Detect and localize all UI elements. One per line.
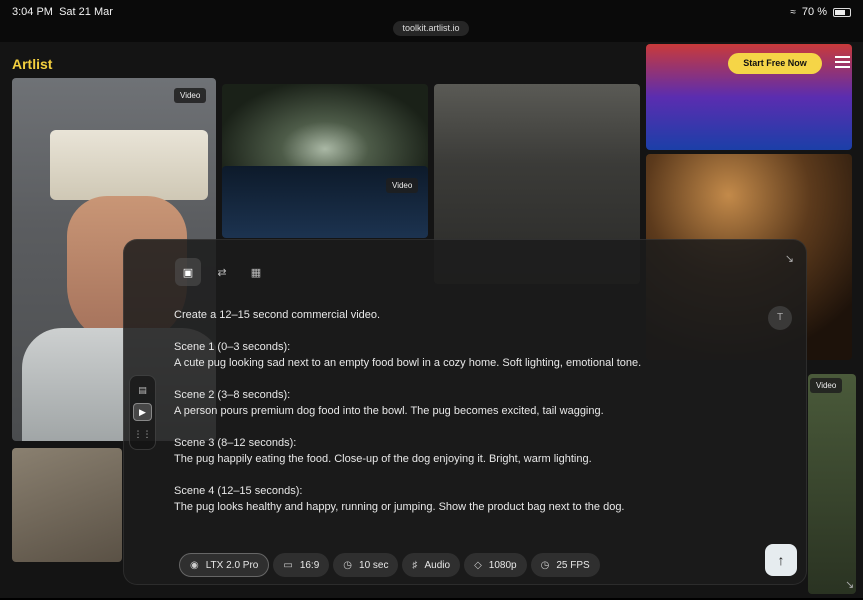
prompt-line: The pug looks healthy and happy, running… <box>174 501 625 513</box>
prompt-line: Scene 3 (8–12 seconds): <box>174 437 297 449</box>
audio-toggle[interactable]: ♯ Audio <box>402 553 461 577</box>
night-video-tile[interactable]: Video <box>222 166 428 238</box>
video-badge: Video <box>386 178 419 193</box>
prompt-composer: ▣ ⇄ ▦ ↘ T Create a 12–15 second commerci… <box>123 239 807 585</box>
speaker-icon: ♯ <box>412 559 418 571</box>
generation-options: ◉ LTX 2.0 Pro ▭ 16:9 ◷ 10 sec ♯ Audio ◇ … <box>179 553 600 577</box>
prompt-line: Scene 4 (12–15 seconds): <box>174 485 303 497</box>
video-icon[interactable]: ▶ <box>133 403 152 421</box>
resolution-select[interactable]: ◇ 1080p <box>464 553 527 577</box>
prompt-line: A person pours premium dog food into the… <box>174 405 604 417</box>
audio-wave-icon[interactable]: ⋮⋮ <box>133 425 152 443</box>
clock-icon: ◷ <box>343 559 353 571</box>
aspect-ratio-icon: ▭ <box>283 559 293 571</box>
prompt-line: The pug happily eating the food. Close-u… <box>174 453 592 465</box>
prompt-line: Create a 12–15 second commercial video. <box>174 309 381 321</box>
address-bar[interactable]: toolkit.artlist.io <box>393 21 469 36</box>
resolution-label: 1080p <box>488 559 517 571</box>
tile-image-hat <box>50 130 208 200</box>
model-label: LTX 2.0 Pro <box>205 559 259 571</box>
duration-label: 10 sec <box>359 559 389 571</box>
video-badge: Video <box>174 88 207 103</box>
fps-label: 25 FPS <box>556 559 590 571</box>
timer-icon: ◷ <box>540 559 550 571</box>
aspect-label: 16:9 <box>299 559 320 571</box>
date: Sat 21 Mar <box>59 6 113 18</box>
prompt-textarea[interactable]: Create a 12–15 second commercial video. … <box>174 307 734 531</box>
battery-icon <box>833 7 851 17</box>
mode-switcher: ▣ ⇄ ▦ <box>175 258 269 286</box>
status-right: ≈ 70 % <box>790 6 851 18</box>
lock-icon: ◉ <box>190 559 199 571</box>
artlist-logo[interactable]: Artlist <box>12 56 52 72</box>
clock: 3:04 PM <box>12 6 53 18</box>
swap-icon[interactable]: ⇄ <box>209 258 235 286</box>
model-select[interactable]: ◉ LTX 2.0 Pro <box>179 553 270 577</box>
image-icon[interactable]: ▦ <box>243 258 269 286</box>
fps-select[interactable]: ◷ 25 FPS <box>530 553 600 577</box>
hamburger-menu-icon[interactable] <box>835 56 850 68</box>
status-bar: 3:04 PM Sat 21 Mar ≈ 70 % toolkit.artlis… <box>0 0 863 42</box>
rubble-video-tile[interactable] <box>12 448 122 562</box>
resize-handle-icon[interactable]: ↘ <box>845 578 854 591</box>
audio-label: Audio <box>424 559 451 571</box>
image-icon[interactable]: ▤ <box>133 381 152 399</box>
start-free-button[interactable]: Start Free Now <box>728 53 822 74</box>
diamond-icon: ◇ <box>474 559 482 571</box>
battery-percent: 70 % <box>801 6 827 18</box>
collapse-icon[interactable]: ↘ <box>785 252 794 265</box>
text-format-icon[interactable]: T <box>768 306 792 330</box>
outdoor-video-tile[interactable]: Video <box>808 374 856 594</box>
media-type-toolbar: ▤ ▶ ⋮⋮ <box>129 375 156 450</box>
generate-arrow-up-button[interactable]: ↑ <box>765 544 797 576</box>
video-badge: Video <box>810 378 843 393</box>
image-plus-icon[interactable]: ▣ <box>175 258 201 286</box>
duration-select[interactable]: ◷ 10 sec <box>333 553 399 577</box>
prompt-line: Scene 2 (3–8 seconds): <box>174 389 291 401</box>
status-time: 3:04 PM Sat 21 Mar <box>12 6 113 18</box>
prompt-line: Scene 1 (0–3 seconds): <box>174 341 291 353</box>
aspect-ratio-select[interactable]: ▭ 16:9 <box>273 553 330 577</box>
wifi-icon: ≈ <box>790 6 796 18</box>
prompt-line: A cute pug looking sad next to an empty … <box>174 357 642 369</box>
